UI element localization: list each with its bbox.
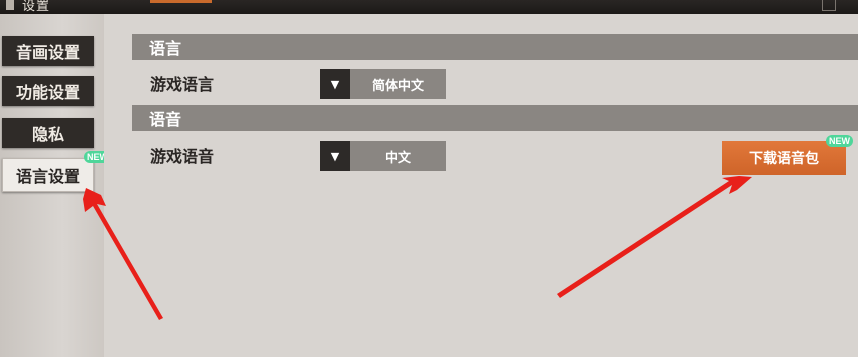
- window-title: 设置: [22, 0, 51, 14]
- game-voice-dropdown[interactable]: ▼ 中文: [320, 141, 446, 171]
- dropdown-value: 简体中文: [350, 69, 446, 99]
- active-tab-indicator: [150, 0, 212, 3]
- download-button-label: 下载语音包: [749, 151, 819, 167]
- chevron-down-icon[interactable]: ▼: [320, 141, 350, 171]
- game-voice-label: 游戏语音: [150, 147, 215, 166]
- download-voice-pack-button[interactable]: 下载语音包: [722, 141, 846, 175]
- section-header-voice: 语音: [132, 105, 858, 131]
- sidebar-item-function[interactable]: 功能设置: [2, 76, 94, 106]
- dropdown-value: 中文: [350, 141, 446, 171]
- settings-panel: 语言 游戏语言 ▼ 简体中文 语音 游戏语音 ▼ 中文 下载语音包 NEW: [104, 14, 858, 357]
- window-control-icon[interactable]: [822, 0, 836, 11]
- settings-doc-icon: [6, 0, 14, 10]
- sidebar-item-audio-video[interactable]: 音画设置: [2, 36, 94, 66]
- title-bar: 设置: [0, 0, 858, 14]
- new-badge: NEW: [826, 135, 853, 147]
- sidebar-item-language[interactable]: 语言设置: [2, 158, 94, 192]
- sidebar-item-label: 隐私: [31, 125, 64, 144]
- sidebar-item-privacy[interactable]: 隐私: [2, 118, 94, 148]
- sidebar-item-label: 语言设置: [15, 167, 80, 186]
- game-language-label: 游戏语言: [150, 75, 215, 94]
- game-language-dropdown[interactable]: ▼ 简体中文: [320, 69, 446, 99]
- chevron-down-icon[interactable]: ▼: [320, 69, 350, 99]
- sidebar-item-label: 功能设置: [15, 83, 80, 102]
- sidebar: 音画设置 功能设置 隐私 语言设置 NEW: [0, 14, 111, 357]
- section-header-language: 语言: [132, 34, 858, 60]
- sidebar-item-label: 音画设置: [15, 43, 80, 62]
